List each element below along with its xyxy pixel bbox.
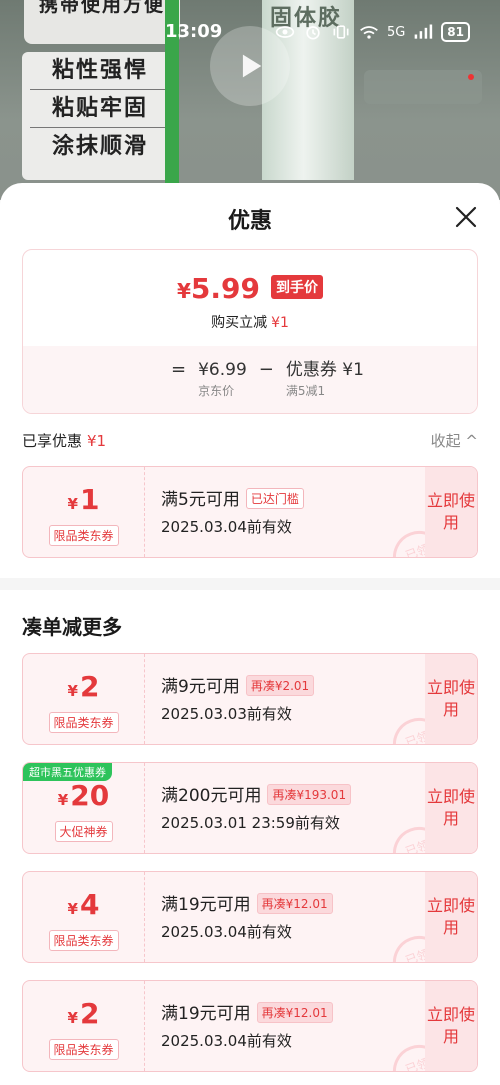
coupon-condition: 满200元可用 [161,786,262,806]
price-summary-card: ¥5.99 到手价 购买立减 ¥1 = ¥6.99 京东价 − 优惠券 ¥1 满5… [22,249,478,414]
feature-line: 粘贴牢固 [30,90,170,128]
instant-discount: 购买立减 ¥1 [211,315,289,331]
enjoyed-amount: ¥1 [87,432,107,450]
play-icon [242,54,262,78]
coupon-amount: ¥1 [67,483,100,516]
alarm-icon [306,26,320,40]
coupon-info: 满200元可用 再凑¥193.01 2025.03.01 23:59前有效 [161,781,352,833]
add-more-tag: 再凑¥2.01 [245,675,315,696]
wifi-icon [360,26,378,39]
coupon-condition: 满19元可用 [161,1004,251,1024]
add-more-tag: 再凑¥12.01 [256,1002,333,1023]
add-more-tag: 再凑¥12.01 [256,893,333,914]
coupon-condition: 满9元可用 [161,677,240,697]
coupon-card: 超市黑五优惠券 ¥20 大促神券 满200元可用 再凑¥193.01 2025.0… [22,762,478,854]
threshold-reached-tag: 已达门槛 [245,488,304,509]
use-now-button[interactable]: 立即使用 [425,467,477,557]
enjoyed-label: 已享优惠 [22,432,83,450]
status-bar: 13:09 5G 81 [0,18,500,50]
add-more-tag: 再凑¥193.01 [267,784,352,805]
sheet-title: 优惠 [227,209,272,234]
coupon-info: 满19元可用 再凑¥12.01 2025.03.04前有效 [161,890,333,942]
coupon-type-tag: 限品类东券 [48,1039,119,1060]
coupon-condition: 满19元可用 [161,895,251,915]
coupon-card: ¥2 限品类东券 满19元可用 再凑¥12.01 2025.03.04前有效 已领… [22,980,478,1072]
coupon-info: 满19元可用 再凑¥12.01 2025.03.04前有效 [161,999,333,1051]
collapse-toggle[interactable]: 收起 ^ [431,430,478,451]
coupon-validity: 2025.03.01 23:59前有效 [161,814,340,832]
coupon-info: 满9元可用 再凑¥2.01 2025.03.03前有效 [161,672,315,724]
final-price-row: ¥5.99 到手价 [23,272,477,305]
use-now-button[interactable]: 立即使用 [425,654,477,744]
coupon-validity: 2025.03.04前有效 [161,923,292,941]
coupon-value-area: 超市黑五优惠券 ¥20 大促神券 [23,763,145,853]
use-now-button[interactable]: 立即使用 [425,872,477,962]
minus-sign: − [258,359,274,380]
network-label: 5G [386,24,406,40]
discount-sheet: 优惠 ¥5.99 到手价 购买立减 ¥1 = ¥6.99 京东价 − 优惠券 ¥1… [0,183,500,1085]
coupon-validity: 2025.03.03前有效 [161,705,292,723]
coupon-value-area: ¥4 限品类东券 [23,872,145,962]
use-now-button[interactable]: 立即使用 [425,763,477,853]
eye-icon [275,26,295,38]
coupon-value-area: ¥2 限品类东券 [23,654,145,744]
status-time: 13:09 [165,21,223,42]
coupon-validity: 2025.03.04前有效 [161,518,292,536]
battery-indicator: 81 [441,22,470,42]
coupon-type-tag: 限品类东券 [48,930,119,951]
enjoyed-discount-row: 已享优惠 ¥1 收起 ^ [22,430,478,451]
coupon-amount: ¥20 [57,779,110,812]
coupon-card: ¥1 限品类东券 满5元可用 已达门槛 2025.03.04前有效 已领 立即使用 [22,466,478,558]
close-icon[interactable] [454,205,478,229]
video-overlay-chip [364,70,482,104]
coupon-validity: 2025.03.04前有效 [161,1032,292,1050]
equals-sign: = [171,359,187,380]
section-title: 凑单减更多 [22,615,122,639]
status-icons: 5G 81 [275,22,470,42]
coupon-value-area: ¥2 限品类东券 [23,981,145,1071]
coupon-amount: ¥4 [67,888,100,921]
feature-line: 涂抹顺滑 [51,134,148,159]
price-breakdown: = ¥6.99 京东价 − 优惠券 ¥1 满5减1 [159,358,364,400]
section-divider [0,578,500,590]
coupon-type-tag: 大促神券 [54,821,113,842]
signal-icon [414,24,433,39]
coupon-amount: ¥2 [67,670,100,703]
coupon-amount: ¥2 [67,997,100,1030]
feature-line: 粘性强悍 [30,52,170,90]
coupon-deduction-cell: 优惠券 ¥1 满5减1 [285,360,364,398]
final-price-badge: 到手价 [271,275,324,299]
vibrate-icon [333,25,349,39]
final-price: ¥5.99 [176,272,260,305]
coupon-type-tag: 限品类东券 [48,712,119,733]
coupon-value-area: ¥1 限品类东券 [23,467,145,557]
coupon-condition: 满5元可用 [161,490,240,510]
coupon-type-tag: 限品类东券 [48,525,119,546]
coupon-card: ¥2 限品类东券 满9元可用 再凑¥2.01 2025.03.03前有效 已领 立… [22,653,478,745]
product-feature-tag: 粘性强悍 粘贴牢固 涂抹顺滑 [22,52,178,180]
coupon-card: ¥4 限品类东券 满19元可用 再凑¥12.01 2025.03.04前有效 已领… [22,871,478,963]
coupon-info: 满5元可用 已达门槛 2025.03.04前有效 [161,485,304,537]
jd-price-cell: ¥6.99 京东价 [198,360,247,398]
use-now-button[interactable]: 立即使用 [425,981,477,1071]
